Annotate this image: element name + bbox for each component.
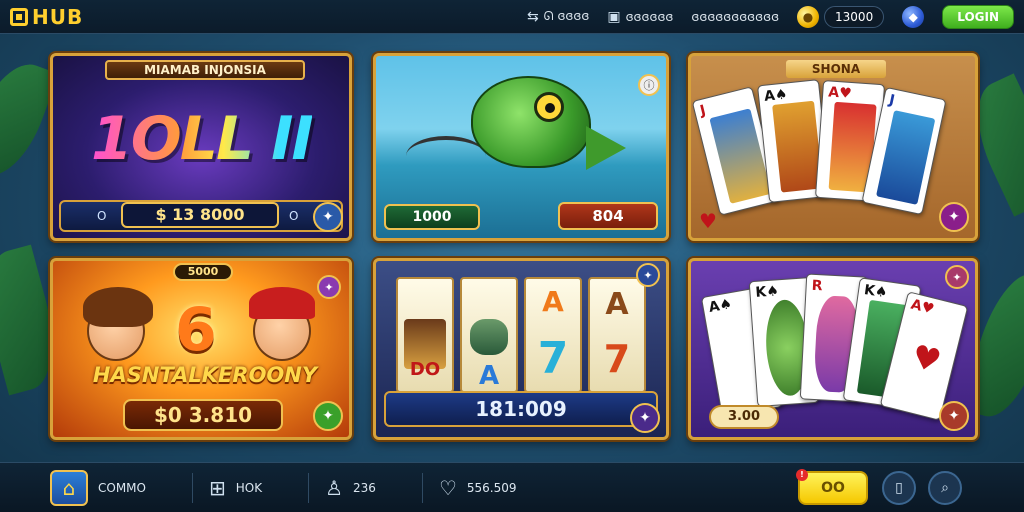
reel-symbol: 7	[603, 337, 631, 381]
header-stats: ⇆ ᘏ ɞɞɞɞ ▣ ɞɞɞɞɞɞ ɞɞɞɞɞɞɞɞɞɞɞ ● 13000 ◆ …	[527, 4, 1014, 29]
reel-symbol: DO	[409, 359, 441, 380]
login-button[interactable]: LOGIN	[942, 4, 1014, 29]
tile-4-amount: $0 3.810	[123, 399, 283, 431]
card-rank: R	[811, 277, 823, 295]
card-rank: A♠	[763, 86, 789, 105]
coin-icon: ●	[797, 5, 820, 28]
bonus-icon[interactable]: ✦	[945, 265, 969, 289]
reel-symbol-top: A	[542, 285, 564, 318]
card-art: ♥	[907, 336, 945, 381]
tile-1-left-mark: O	[97, 209, 107, 223]
reel-symbol: A	[478, 361, 500, 391]
game-tile-4[interactable]: 5000 6 HASNTALKEROONY $0 3.810 ✦ ✦	[50, 258, 352, 440]
home-icon: ⌂	[50, 469, 88, 506]
profile-icon: ♙	[325, 475, 344, 500]
card-rank: J	[698, 102, 708, 120]
notification-dot: !	[796, 468, 808, 481]
tile-3-banner: SHONA	[786, 60, 886, 78]
bonus-icon[interactable]: ✦	[317, 275, 341, 299]
card-rank: K♠	[863, 282, 889, 302]
search-icon[interactable]: ⌕	[928, 470, 962, 505]
fish-eye	[534, 92, 564, 122]
tile-2-left-value: 1000	[384, 204, 480, 230]
slot-reel: A 7	[588, 277, 646, 393]
tile-6-chip: 3.00	[709, 405, 779, 429]
game-tile-3[interactable]: SHONA J A♠ A♥ J ♥ ✦	[688, 53, 978, 241]
deposit-button-label: OO	[821, 479, 845, 496]
top-bar: HUB ⇆ ᘏ ɞɞɞɞ ▣ ɞɞɞɞɞɞ ɞɞɞɞɞɞɞɞɞɞɞ ● 1300…	[0, 0, 1024, 34]
swap-icon: ⇆	[526, 8, 539, 25]
game-tile-1[interactable]: MIAMAB INJONSIA 1OLL II 1OLL II O $ 13 8…	[50, 53, 352, 241]
play-icon[interactable]: ✦	[939, 202, 969, 232]
stat-swap[interactable]: ⇆ ᘏ ɞɞɞɞ	[527, 9, 589, 25]
nav-divider	[421, 472, 423, 503]
slot-reel: A 7	[524, 277, 582, 393]
tile-5-value: 181:009	[384, 391, 658, 427]
nav-store[interactable]: ⊞ HOK	[209, 476, 262, 500]
balance-value: 13000	[824, 5, 885, 28]
card-art	[875, 110, 936, 205]
tile-4-number: 6	[175, 295, 217, 365]
nav-home-label: COMMO	[98, 480, 146, 495]
card-rank: A♥	[827, 84, 853, 102]
fish-illustration	[471, 76, 591, 168]
menu-icon[interactable]: ▯	[882, 470, 916, 505]
fish-tail	[586, 126, 626, 170]
game-tile-2[interactable]: 1000 804 ⓘ	[373, 53, 669, 241]
tile-1-right-mark: O	[289, 209, 299, 223]
stat-user[interactable]: ɞɞɞɞɞɞɞɞɞɞɞ	[691, 10, 779, 24]
bottom-nav: ⌂ COMMO ⊞ HOK ♙ 236 ♡ 556.509 ! OO ▯ ⌕	[0, 462, 1024, 512]
slot-reel: A	[460, 277, 518, 393]
deposit-button[interactable]: ! OO	[796, 468, 868, 505]
logo-text: HUB	[32, 4, 84, 29]
play-icon[interactable]: ✦	[630, 403, 660, 433]
nav-favorites-label: 556.509	[466, 480, 517, 495]
card-rank: J	[887, 92, 897, 109]
info-icon[interactable]: ⓘ	[638, 74, 660, 96]
stat-user-value: ɞɞɞɞɞɞɞɞɞɞɞ	[691, 9, 780, 24]
diamond-icon[interactable]: ◆	[902, 5, 925, 28]
nav-profile[interactable]: ♙ 236	[325, 476, 376, 500]
character-boy-hair	[83, 287, 153, 327]
heart-icon: ♥	[699, 209, 717, 233]
play-icon[interactable]: ✦	[939, 401, 969, 431]
slot-reel: DO	[396, 277, 454, 393]
tile-4-top-value: 5000	[173, 263, 233, 281]
app-logo[interactable]: HUB	[10, 5, 83, 29]
store-icon: ⊞	[208, 475, 226, 500]
stat-wallet-value: ɞɞɞɞɞɞ	[625, 9, 674, 24]
game-tile-5[interactable]: DO A A 7 A 7 181:009 ✦ ✦	[373, 258, 669, 440]
nav-favorites[interactable]: ♡ 556.509	[439, 476, 517, 500]
tile-1-banner: MIAMAB INJONSIA	[105, 60, 305, 80]
tile-4-title: HASNTALKEROONY	[92, 363, 318, 387]
card-rank: K♠	[754, 283, 780, 301]
tile-2-right-value: 804	[558, 202, 658, 230]
tile-1-title: 1OLL II	[91, 104, 314, 174]
nav-home[interactable]: ⌂ COMMO	[50, 469, 146, 506]
nav-divider	[191, 472, 193, 503]
game-tile-6[interactable]: A♠ K♠ R K♠ A♥ ♥ 3.00 ✦ ✦	[688, 258, 978, 440]
card-rank: A♠	[707, 296, 734, 316]
play-icon[interactable]: ✦	[313, 401, 343, 431]
wallet-icon: ▣	[607, 8, 621, 25]
nav-profile-label: 236	[353, 480, 376, 495]
stat-swap-value: ᘏ ɞɞɞɞ	[543, 9, 590, 23]
nav-divider	[308, 472, 310, 503]
play-icon[interactable]: ✦	[313, 202, 343, 232]
card-rank: A♥	[909, 296, 936, 318]
fish-whisker	[406, 136, 486, 176]
reel-symbol-top: A	[605, 287, 629, 322]
tile-1-jackpot: $ 13 8000	[121, 202, 279, 228]
stat-wallet[interactable]: ▣ ɞɞɞɞɞɞ	[607, 9, 673, 25]
reel-fish-art	[470, 319, 508, 355]
nav-store-label: HOK	[235, 480, 263, 495]
heart-icon: ♡	[438, 475, 457, 500]
bonus-icon[interactable]: ✦	[636, 263, 660, 287]
coin-balance[interactable]: ● 13000	[797, 5, 885, 28]
logo-icon	[10, 7, 28, 26]
reel-symbol: 7	[537, 333, 569, 384]
character-girl-hat	[249, 287, 315, 319]
